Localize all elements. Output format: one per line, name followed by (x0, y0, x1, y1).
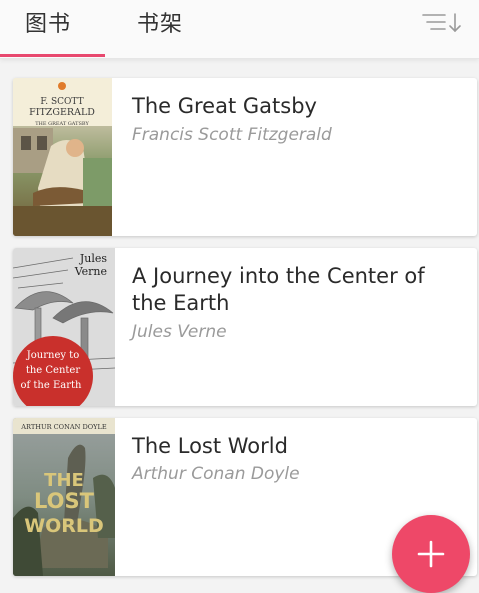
cover-text: of the Earth (21, 380, 83, 391)
cover-text: THE (44, 470, 84, 491)
book-author: Francis Scott Fitzgerald (132, 125, 332, 145)
plus-icon (417, 540, 445, 568)
book-cover-image: ARTHUR CONAN DOYLE THE LOST WORLD (13, 418, 115, 576)
book-card[interactable]: F. SCOTT FITZGERALD THE GREAT GATSBY The… (13, 78, 477, 236)
book-cover-image: F. SCOTT FITZGERALD THE GREAT GATSBY (13, 78, 112, 236)
book-title: The Lost World (132, 434, 288, 458)
tab-indicator (0, 54, 105, 57)
cover-text: ARTHUR CONAN DOYLE (20, 423, 107, 431)
book-author: Arthur Conan Doyle (132, 464, 300, 484)
cover-text: THE GREAT GATSBY (35, 121, 89, 127)
book-cover-image: Jules Verne Journey to the Center of the… (13, 248, 115, 406)
book-card[interactable]: Jules Verne Journey to the Center of the… (13, 248, 477, 406)
sort-descending-icon (422, 13, 461, 33)
tab-books[interactable]: 图书 (25, 6, 71, 38)
add-book-button[interactable] (392, 515, 470, 593)
cover-text: FITZGERALD (29, 107, 95, 118)
cover-text: LOST (34, 489, 95, 513)
cover-text: the Center (26, 365, 81, 376)
cover-text: WORLD (24, 515, 104, 537)
book-title: The Great Gatsby (132, 94, 317, 118)
tab-bookshelf[interactable]: 书架 (137, 6, 183, 38)
cover-text: Jules (79, 252, 108, 265)
cover-text: Verne (74, 265, 107, 278)
cover-text: F. SCOTT (40, 97, 83, 107)
book-author: Jules Verne (132, 322, 227, 342)
book-title: A Journey into the Center of the Earth (132, 264, 425, 315)
cover-text: Journey to (26, 350, 79, 361)
top-bar: 图书 书架 (0, 0, 479, 59)
sort-button[interactable] (419, 8, 465, 38)
